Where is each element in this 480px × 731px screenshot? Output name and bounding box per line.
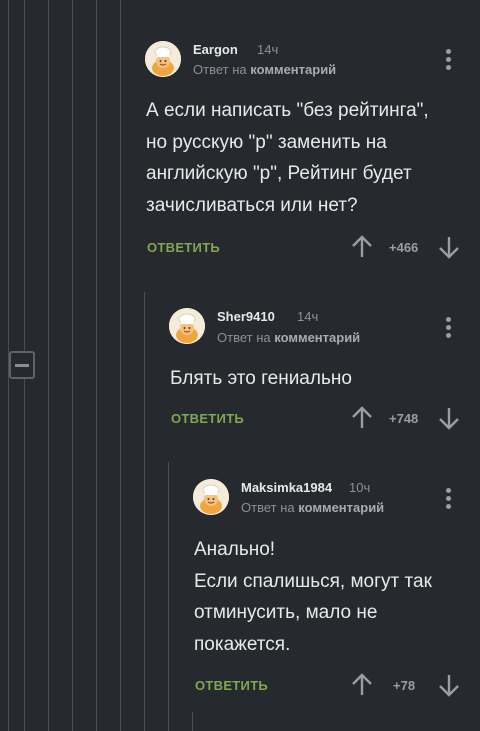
- reply-to-line: Ответ на комментарий: [193, 62, 336, 77]
- arrow-down-icon[interactable]: [438, 406, 460, 430]
- comment-text: Анально! Если спалишься, могут так отмин…: [194, 539, 432, 655]
- avatar[interactable]: [169, 308, 205, 344]
- reply-to-link[interactable]: комментарий: [274, 330, 360, 345]
- arrow-down-icon[interactable]: [438, 235, 460, 259]
- collapse-thread-button[interactable]: [9, 351, 35, 379]
- reply-to-link[interactable]: комментарий: [298, 500, 384, 515]
- avatar[interactable]: [145, 41, 181, 77]
- avatar[interactable]: [193, 479, 229, 515]
- thread-line-6: [120, 0, 121, 731]
- more-vert-icon[interactable]: [446, 317, 452, 341]
- reply-button[interactable]: ОТВЕТИТЬ: [195, 678, 268, 693]
- arrow-up-icon[interactable]: [351, 406, 373, 430]
- comment-time: 14ч: [257, 42, 279, 57]
- reply-to-prefix: Ответ на: [217, 330, 271, 345]
- thread-line-5: [96, 0, 97, 731]
- comment-time: 10ч: [349, 480, 371, 495]
- reply-to-prefix: Ответ на: [193, 62, 247, 77]
- comment-time: 14ч: [297, 309, 319, 324]
- comment-author[interactable]: Eargon: [193, 42, 238, 57]
- rating-value: +78: [393, 678, 416, 693]
- reply-button[interactable]: ОТВЕТИТЬ: [171, 411, 244, 426]
- more-vert-icon[interactable]: [446, 488, 452, 512]
- collapse-minus-icon: [15, 363, 29, 367]
- comment-text: А если написать "без рейтинга", но русск…: [146, 100, 429, 216]
- thread-line-9: [192, 712, 193, 731]
- avatar-chef-icon: [169, 308, 205, 344]
- reply-to-prefix: Ответ на: [241, 500, 295, 515]
- rating-value: +748: [389, 411, 419, 426]
- rating-value: +466: [389, 240, 419, 255]
- comment-text: Блять это гениально: [170, 368, 352, 389]
- arrow-up-icon[interactable]: [351, 235, 373, 259]
- thread-line-7: [144, 292, 145, 731]
- reply-to-line: Ответ на комментарий: [217, 330, 360, 345]
- arrow-down-icon[interactable]: [438, 673, 460, 697]
- comment-author[interactable]: Sher9410: [217, 309, 275, 324]
- avatar-chef-icon: [193, 479, 229, 515]
- thread-line-4: [72, 0, 73, 731]
- thread-line-8: [168, 462, 169, 731]
- avatar-chef-icon: [145, 41, 181, 77]
- reply-button[interactable]: ОТВЕТИТЬ: [147, 240, 220, 255]
- comment-author[interactable]: Maksimka1984: [241, 480, 332, 495]
- reply-to-line: Ответ на комментарий: [241, 500, 384, 515]
- reply-to-link[interactable]: комментарий: [250, 62, 336, 77]
- more-vert-icon[interactable]: [446, 49, 452, 73]
- thread-line-3: [48, 0, 49, 731]
- arrow-up-icon[interactable]: [351, 673, 373, 697]
